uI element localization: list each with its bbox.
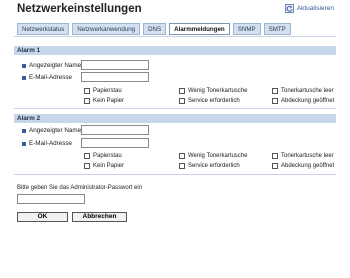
- bullet-icon: [22, 63, 26, 68]
- alarm1-email-label-text: E-Mail-Adresse: [29, 74, 73, 81]
- alarm1-checkbox-kein-papier[interactable]: Kein Papier: [84, 98, 124, 104]
- alarm2-name-input[interactable]: [81, 125, 149, 135]
- alarm1-name-label-text: Angezeigter Name: [29, 62, 82, 69]
- alarm2-checkbox-abdeckung[interactable]: Abdeckung geöffnet: [272, 163, 334, 169]
- tab-dns[interactable]: DNS: [143, 23, 167, 35]
- alarm1-checkbox-papierstau[interactable]: Papierstau: [84, 88, 122, 94]
- alarm2-name-label-text: Angezeigter Name: [29, 127, 82, 134]
- checkbox-icon[interactable]: [272, 163, 278, 169]
- checkbox-icon[interactable]: [84, 153, 90, 159]
- checkbox-icon[interactable]: [179, 153, 185, 159]
- tab-netzwerkstatus[interactable]: Netzwerkstatus: [17, 23, 70, 35]
- checkbox-icon[interactable]: [272, 98, 278, 104]
- alarm2-header: Alarm 2: [14, 114, 336, 123]
- bullet-icon: [22, 75, 26, 80]
- checkbox-icon[interactable]: [84, 163, 90, 169]
- checkbox-icon[interactable]: [179, 163, 185, 169]
- alarm2-checkbox-kein-papier[interactable]: Kein Papier: [84, 163, 124, 169]
- checkbox-label: Kein Papier: [93, 163, 125, 169]
- alarm2-checkbox-papierstau[interactable]: Papierstau: [84, 153, 122, 159]
- checkbox-label: Papierstau: [93, 88, 122, 94]
- checkbox-label: Kein Papier: [93, 98, 125, 104]
- checkbox-label: Service erforderlich: [188, 163, 240, 169]
- tab-bar: Netzwerkstatus Netzwerkanwendung DNS Ala…: [17, 23, 291, 35]
- alarm2-email-input[interactable]: [81, 138, 149, 148]
- checkbox-label: Service erforderlich: [188, 98, 240, 104]
- checkbox-icon[interactable]: [272, 153, 278, 159]
- alarm2-email-label-text: E-Mail-Adresse: [29, 140, 73, 147]
- section-divider: [14, 108, 336, 109]
- bullet-icon: [22, 141, 26, 146]
- tab-divider: [14, 36, 336, 37]
- tab-smtp[interactable]: SMTP: [263, 23, 291, 35]
- alarm1-name-label: Angezeigter Name: [22, 62, 81, 69]
- page-title: Netzwerkeinstellungen: [17, 3, 142, 15]
- alarm1-checkbox-service[interactable]: Service erforderlich: [179, 98, 240, 104]
- checkbox-label: Tonerkartusche leer: [281, 153, 334, 159]
- checkbox-icon[interactable]: [179, 98, 185, 104]
- bullet-icon: [22, 128, 26, 133]
- checkbox-label: Abdeckung geöffnet: [281, 163, 335, 169]
- tab-alarmmeldungen[interactable]: Alarmmeldungen: [169, 23, 230, 35]
- refresh-button[interactable]: Aktualisieren: [284, 4, 334, 13]
- alarm2-checkbox-wenig-toner[interactable]: Wenig Tonerkartusche: [179, 153, 247, 159]
- alarm1-checkbox-abdeckung[interactable]: Abdeckung geöffnet: [272, 98, 334, 104]
- tab-snmp[interactable]: SNMP: [232, 23, 261, 35]
- cancel-button[interactable]: Abbrechen: [72, 212, 127, 222]
- checkbox-icon[interactable]: [84, 88, 90, 94]
- alarm1-email-label: E-Mail-Adresse: [22, 74, 72, 81]
- checkbox-label: Papierstau: [93, 153, 122, 159]
- alarm2-name-label: Angezeigter Name: [22, 127, 81, 134]
- alarm1-header: Alarm 1: [14, 46, 336, 55]
- checkbox-label: Tonerkartusche leer: [281, 88, 334, 94]
- password-input[interactable]: [17, 194, 85, 204]
- checkbox-label: Wenig Tonerkartusche: [188, 153, 248, 159]
- alarm1-checkbox-toner-leer[interactable]: Tonerkartusche leer: [272, 88, 334, 94]
- section-divider: [14, 174, 336, 175]
- alarm1-name-input[interactable]: [81, 60, 149, 70]
- checkbox-label: Wenig Tonerkartusche: [188, 88, 248, 94]
- checkbox-label: Abdeckung geöffnet: [281, 98, 335, 104]
- alarm2-email-label: E-Mail-Adresse: [22, 140, 72, 147]
- tab-netzwerkanwendung[interactable]: Netzwerkanwendung: [72, 23, 141, 35]
- password-label: Bitte geben Sie das Administrator-Passwo…: [17, 185, 143, 191]
- checkbox-icon[interactable]: [272, 88, 278, 94]
- checkbox-icon[interactable]: [179, 88, 185, 94]
- alarm2-checkbox-toner-leer[interactable]: Tonerkartusche leer: [272, 153, 334, 159]
- refresh-label: Aktualisieren: [296, 5, 334, 12]
- checkbox-icon[interactable]: [84, 98, 90, 104]
- alarm1-checkbox-wenig-toner[interactable]: Wenig Tonerkartusche: [179, 88, 247, 94]
- alarm2-checkbox-service[interactable]: Service erforderlich: [179, 163, 240, 169]
- ok-button[interactable]: OK: [17, 212, 68, 222]
- alarm1-email-input[interactable]: [81, 72, 149, 82]
- refresh-icon: [284, 4, 294, 13]
